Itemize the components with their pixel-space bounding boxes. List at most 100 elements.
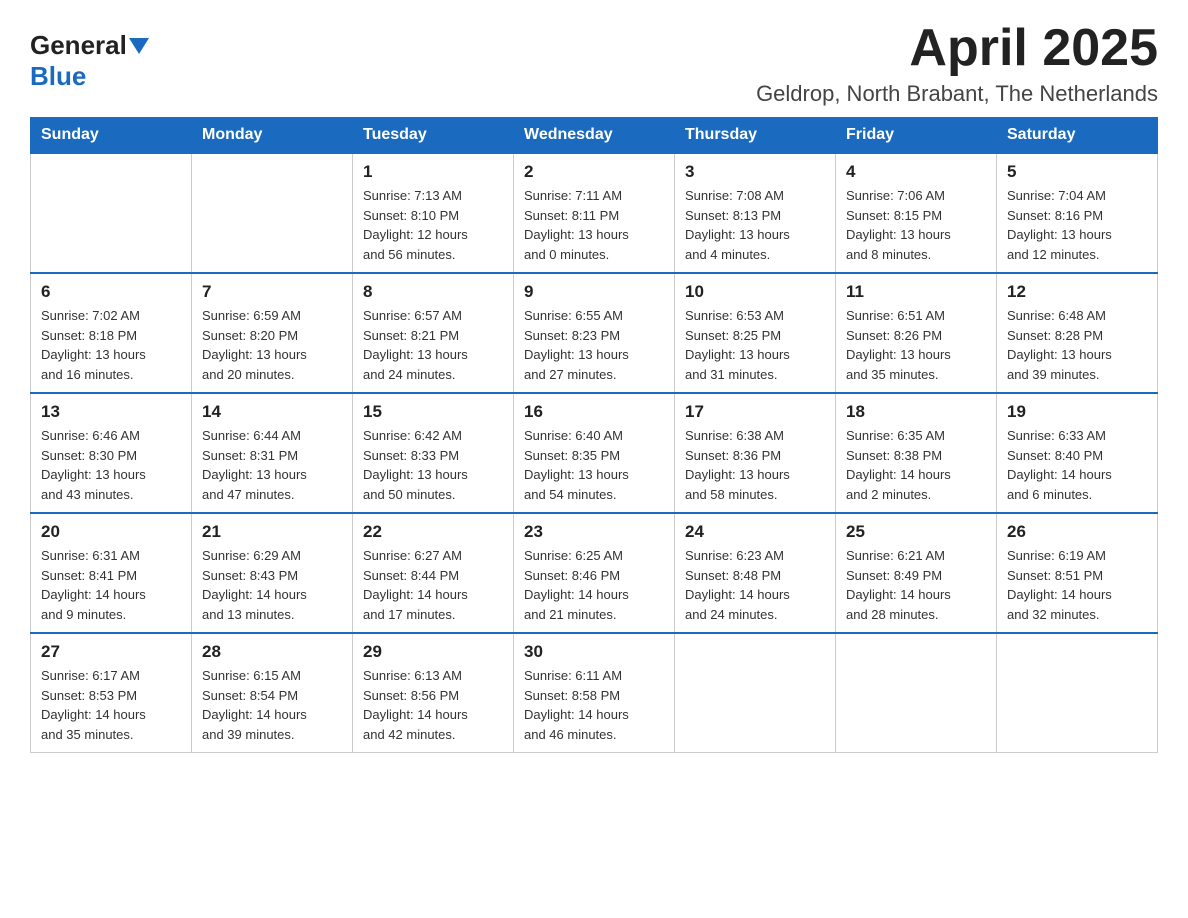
calendar-cell: 22 Sunrise: 6:27 AMSunset: 8:44 PMDayligh…	[353, 513, 514, 633]
day-number: 5	[1007, 162, 1147, 182]
day-number: 19	[1007, 402, 1147, 422]
day-info: Sunrise: 6:44 AMSunset: 8:31 PMDaylight:…	[202, 426, 342, 504]
calendar-cell: 5 Sunrise: 7:04 AMSunset: 8:16 PMDaylight…	[997, 153, 1158, 273]
calendar-cell: 16Sunrise: 6:40 AMSunset: 8:35 PMDayligh…	[514, 393, 675, 513]
calendar-cell: 29 Sunrise: 6:13 AMSunset: 8:56 PMDayligh…	[353, 633, 514, 753]
day-info: Sunrise: 7:06 AMSunset: 8:15 PMDaylight:…	[846, 186, 986, 264]
calendar-body: 1 Sunrise: 7:13 AMSunset: 8:10 PMDaylight…	[31, 153, 1158, 753]
day-info: Sunrise: 6:15 AMSunset: 8:54 PMDaylight:…	[202, 666, 342, 744]
weekday-header-row: SundayMondayTuesdayWednesdayThursdayFrid…	[31, 118, 1158, 154]
day-info: Sunrise: 6:59 AMSunset: 8:20 PMDaylight:…	[202, 306, 342, 384]
day-number: 30	[524, 642, 664, 662]
day-number: 25	[846, 522, 986, 542]
day-info: Sunrise: 6:33 AMSunset: 8:40 PMDaylight:…	[1007, 426, 1147, 504]
day-info: Sunrise: 6:27 AMSunset: 8:44 PMDaylight:…	[363, 546, 503, 624]
calendar-cell: 11 Sunrise: 6:51 AMSunset: 8:26 PMDayligh…	[836, 273, 997, 393]
calendar-cell	[192, 153, 353, 273]
day-number: 11	[846, 282, 986, 302]
logo-blue: Blue	[30, 61, 86, 91]
day-info: Sunrise: 7:13 AMSunset: 8:10 PMDaylight:…	[363, 186, 503, 264]
calendar-cell: 13Sunrise: 6:46 AMSunset: 8:30 PMDayligh…	[31, 393, 192, 513]
day-info: Sunrise: 6:35 AMSunset: 8:38 PMDaylight:…	[846, 426, 986, 504]
day-info: Sunrise: 6:53 AMSunset: 8:25 PMDaylight:…	[685, 306, 825, 384]
day-info: Sunrise: 6:31 AMSunset: 8:41 PMDaylight:…	[41, 546, 181, 624]
calendar-cell: 28 Sunrise: 6:15 AMSunset: 8:54 PMDayligh…	[192, 633, 353, 753]
day-number: 27	[41, 642, 181, 662]
calendar-cell	[675, 633, 836, 753]
weekday-header-sunday: Sunday	[31, 118, 192, 154]
calendar-cell: 9 Sunrise: 6:55 AMSunset: 8:23 PMDaylight…	[514, 273, 675, 393]
day-info: Sunrise: 6:42 AMSunset: 8:33 PMDaylight:…	[363, 426, 503, 504]
day-info: Sunrise: 7:11 AMSunset: 8:11 PMDaylight:…	[524, 186, 664, 264]
day-info: Sunrise: 7:02 AMSunset: 8:18 PMDaylight:…	[41, 306, 181, 384]
day-number: 21	[202, 522, 342, 542]
title-block: April 2025 Geldrop, North Brabant, The N…	[756, 20, 1158, 107]
day-number: 22	[363, 522, 503, 542]
calendar-cell: 19 Sunrise: 6:33 AMSunset: 8:40 PMDayligh…	[997, 393, 1158, 513]
calendar-cell: 14Sunrise: 6:44 AMSunset: 8:31 PMDayligh…	[192, 393, 353, 513]
calendar-cell: 17Sunrise: 6:38 AMSunset: 8:36 PMDayligh…	[675, 393, 836, 513]
week-row-2: 6 Sunrise: 7:02 AMSunset: 8:18 PMDaylight…	[31, 273, 1158, 393]
calendar-cell: 23Sunrise: 6:25 AMSunset: 8:46 PMDayligh…	[514, 513, 675, 633]
day-number: 12	[1007, 282, 1147, 302]
location-subtitle: Geldrop, North Brabant, The Netherlands	[756, 81, 1158, 107]
calendar-cell: 10 Sunrise: 6:53 AMSunset: 8:25 PMDayligh…	[675, 273, 836, 393]
day-number: 3	[685, 162, 825, 182]
day-info: Sunrise: 6:21 AMSunset: 8:49 PMDaylight:…	[846, 546, 986, 624]
day-number: 18	[846, 402, 986, 422]
day-info: Sunrise: 6:19 AMSunset: 8:51 PMDaylight:…	[1007, 546, 1147, 624]
calendar-cell	[31, 153, 192, 273]
calendar-cell: 1 Sunrise: 7:13 AMSunset: 8:10 PMDaylight…	[353, 153, 514, 273]
calendar-cell: 3 Sunrise: 7:08 AMSunset: 8:13 PMDaylight…	[675, 153, 836, 273]
week-row-5: 27 Sunrise: 6:17 AMSunset: 8:53 PMDayligh…	[31, 633, 1158, 753]
weekday-header-wednesday: Wednesday	[514, 118, 675, 154]
calendar-cell: 27 Sunrise: 6:17 AMSunset: 8:53 PMDayligh…	[31, 633, 192, 753]
day-info: Sunrise: 6:55 AMSunset: 8:23 PMDaylight:…	[524, 306, 664, 384]
day-info: Sunrise: 6:51 AMSunset: 8:26 PMDaylight:…	[846, 306, 986, 384]
page-header: General Blue April 2025 Geldrop, North B…	[30, 20, 1158, 107]
day-number: 10	[685, 282, 825, 302]
day-info: Sunrise: 6:17 AMSunset: 8:53 PMDaylight:…	[41, 666, 181, 744]
week-row-3: 13Sunrise: 6:46 AMSunset: 8:30 PMDayligh…	[31, 393, 1158, 513]
calendar-cell: 30 Sunrise: 6:11 AMSunset: 8:58 PMDayligh…	[514, 633, 675, 753]
day-number: 7	[202, 282, 342, 302]
calendar-cell: 8Sunrise: 6:57 AMSunset: 8:21 PMDaylight…	[353, 273, 514, 393]
day-info: Sunrise: 6:13 AMSunset: 8:56 PMDaylight:…	[363, 666, 503, 744]
logo: General Blue	[30, 30, 151, 92]
calendar-cell: 4 Sunrise: 7:06 AMSunset: 8:15 PMDaylight…	[836, 153, 997, 273]
weekday-header-monday: Monday	[192, 118, 353, 154]
weekday-header-tuesday: Tuesday	[353, 118, 514, 154]
calendar-cell	[997, 633, 1158, 753]
day-number: 29	[363, 642, 503, 662]
day-info: Sunrise: 6:25 AMSunset: 8:46 PMDaylight:…	[524, 546, 664, 624]
day-number: 8	[363, 282, 503, 302]
day-number: 20	[41, 522, 181, 542]
calendar-table: SundayMondayTuesdayWednesdayThursdayFrid…	[30, 117, 1158, 753]
calendar-cell: 2 Sunrise: 7:11 AMSunset: 8:11 PMDaylight…	[514, 153, 675, 273]
day-number: 9	[524, 282, 664, 302]
day-info: Sunrise: 6:11 AMSunset: 8:58 PMDaylight:…	[524, 666, 664, 744]
day-number: 2	[524, 162, 664, 182]
day-number: 6	[41, 282, 181, 302]
calendar-cell	[836, 633, 997, 753]
day-info: Sunrise: 6:38 AMSunset: 8:36 PMDaylight:…	[685, 426, 825, 504]
calendar-cell: 7 Sunrise: 6:59 AMSunset: 8:20 PMDaylight…	[192, 273, 353, 393]
calendar-cell: 24Sunrise: 6:23 AMSunset: 8:48 PMDayligh…	[675, 513, 836, 633]
calendar-cell: 18 Sunrise: 6:35 AMSunset: 8:38 PMDayligh…	[836, 393, 997, 513]
day-number: 4	[846, 162, 986, 182]
day-info: Sunrise: 6:40 AMSunset: 8:35 PMDaylight:…	[524, 426, 664, 504]
day-info: Sunrise: 7:04 AMSunset: 8:16 PMDaylight:…	[1007, 186, 1147, 264]
day-number: 28	[202, 642, 342, 662]
weekday-header-saturday: Saturday	[997, 118, 1158, 154]
day-number: 1	[363, 162, 503, 182]
calendar-cell: 21Sunrise: 6:29 AMSunset: 8:43 PMDayligh…	[192, 513, 353, 633]
day-info: Sunrise: 6:48 AMSunset: 8:28 PMDaylight:…	[1007, 306, 1147, 384]
logo-general: General	[30, 30, 127, 61]
month-year-title: April 2025	[756, 20, 1158, 77]
day-info: Sunrise: 7:08 AMSunset: 8:13 PMDaylight:…	[685, 186, 825, 264]
weekday-header-thursday: Thursday	[675, 118, 836, 154]
calendar-cell: 15 Sunrise: 6:42 AMSunset: 8:33 PMDayligh…	[353, 393, 514, 513]
calendar-cell: 20 Sunrise: 6:31 AMSunset: 8:41 PMDayligh…	[31, 513, 192, 633]
calendar-cell: 12 Sunrise: 6:48 AMSunset: 8:28 PMDayligh…	[997, 273, 1158, 393]
day-number: 15	[363, 402, 503, 422]
